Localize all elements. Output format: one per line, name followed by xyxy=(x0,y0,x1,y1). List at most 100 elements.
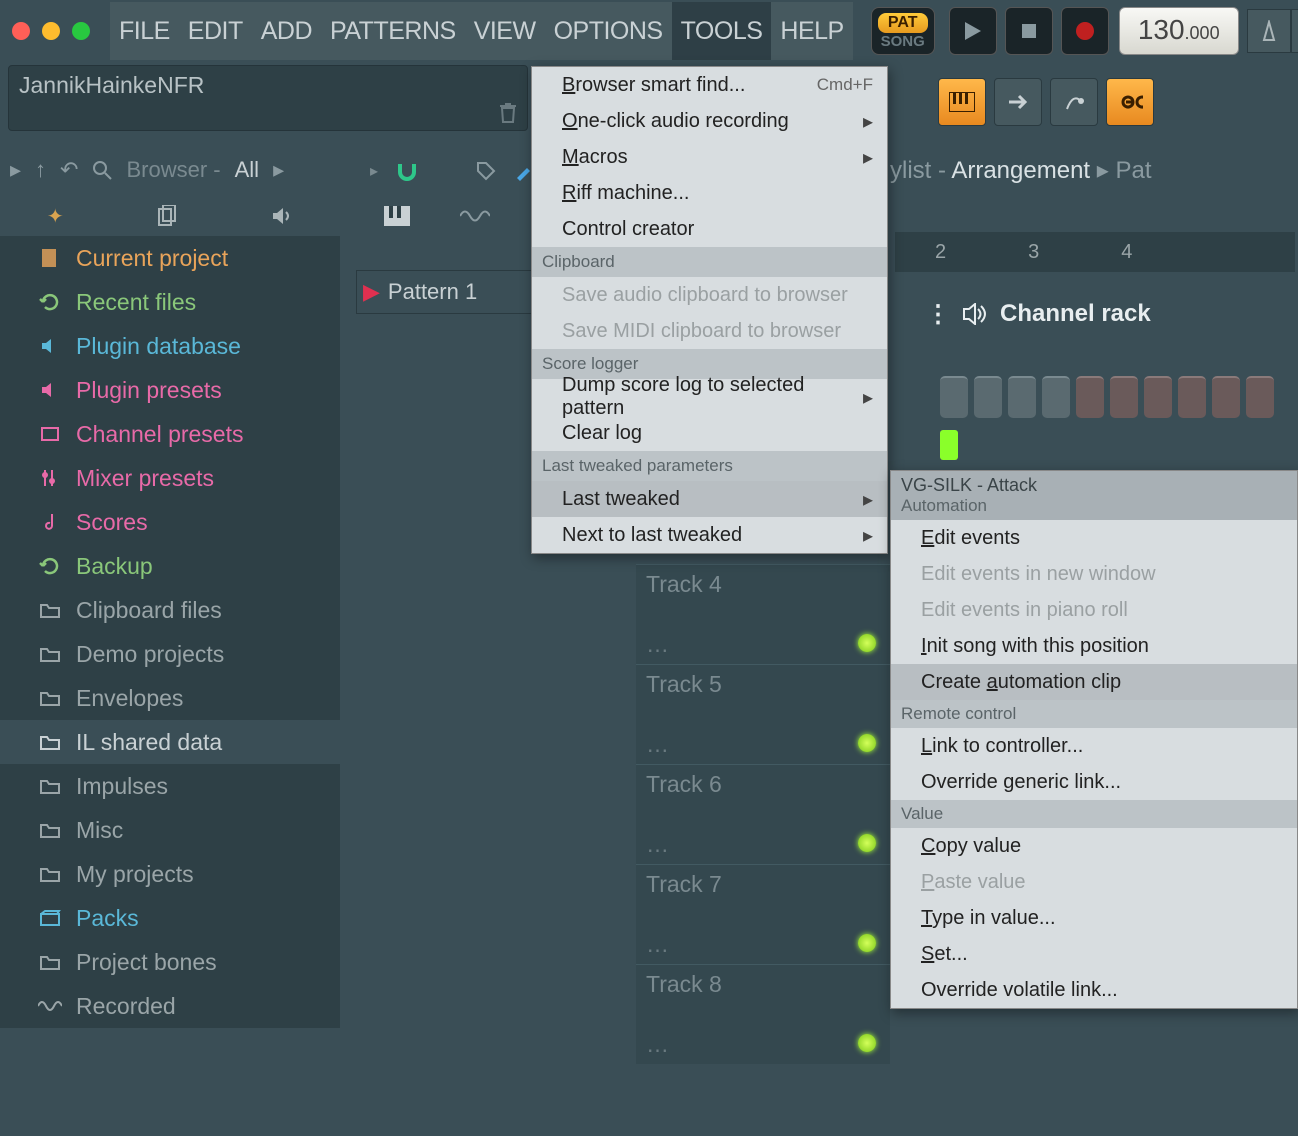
menu-dots-icon[interactable]: ⋮ xyxy=(926,300,950,329)
browser-item[interactable]: Clipboard files xyxy=(0,588,340,632)
menu-item[interactable]: Clear log xyxy=(532,415,887,451)
track-menu-icon[interactable]: … xyxy=(646,1031,669,1058)
browser-item[interactable]: Plugin presets xyxy=(0,368,340,412)
expand-icon[interactable]: ▸ xyxy=(370,161,378,181)
collapse-icon[interactable]: ▸ xyxy=(10,157,21,183)
wait-for-input-icon[interactable] xyxy=(1291,9,1298,53)
track-header[interactable]: Track 7… xyxy=(636,864,890,964)
step-button[interactable] xyxy=(1042,376,1070,418)
chevron-right-icon[interactable]: ▸ xyxy=(273,157,284,183)
arrow-right-icon[interactable] xyxy=(994,78,1042,126)
metronome-icon[interactable] xyxy=(1247,9,1291,53)
pattern-item[interactable]: ▶ Pattern 1 xyxy=(356,270,536,314)
track-led[interactable] xyxy=(858,934,876,952)
step-button[interactable] xyxy=(1246,376,1274,418)
menu-add[interactable]: ADD xyxy=(252,2,321,60)
timeline-ruler[interactable]: 234 xyxy=(895,232,1295,272)
track-header[interactable]: Track 6… xyxy=(636,764,890,864)
menu-item[interactable]: Override volatile link... xyxy=(891,972,1297,1008)
menu-item[interactable]: Create automation clip xyxy=(891,664,1297,700)
menu-item[interactable]: Init song with this position xyxy=(891,628,1297,664)
play-button[interactable] xyxy=(949,7,997,55)
link-icon[interactable] xyxy=(1106,78,1154,126)
back-icon[interactable]: ↶ xyxy=(60,157,78,183)
track-led[interactable] xyxy=(858,734,876,752)
menu-item[interactable]: Last tweaked▸ xyxy=(532,481,887,517)
stop-button[interactable] xyxy=(1005,7,1053,55)
browser-item[interactable]: Channel presets xyxy=(0,412,340,456)
step-icon[interactable] xyxy=(1050,78,1098,126)
magnet-icon[interactable] xyxy=(396,160,418,182)
browser-item[interactable]: Packs xyxy=(0,896,340,940)
browser-item[interactable]: Project bones xyxy=(0,940,340,984)
wave-icon[interactable]: ✦ xyxy=(47,204,64,229)
zoom-window[interactable] xyxy=(72,22,90,40)
playlist-button[interactable] xyxy=(938,78,986,126)
tempo-display[interactable]: 130 .000 xyxy=(1119,7,1239,55)
step-sequencer[interactable] xyxy=(940,376,1274,418)
track-menu-icon[interactable]: … xyxy=(646,831,669,858)
menu-help[interactable]: HELP xyxy=(771,2,852,60)
track-led[interactable] xyxy=(858,834,876,852)
menu-item[interactable]: Override generic link... xyxy=(891,764,1297,800)
pat-song-switch[interactable]: PAT SONG xyxy=(871,7,935,55)
browser-item[interactable]: Mixer presets xyxy=(0,456,340,500)
track-led[interactable] xyxy=(858,634,876,652)
browser-item[interactable]: Misc xyxy=(0,808,340,852)
copy-icon[interactable] xyxy=(157,205,177,227)
speaker-icon[interactable] xyxy=(271,207,293,225)
menu-patterns[interactable]: PATTERNS xyxy=(321,2,465,60)
step-button[interactable] xyxy=(940,376,968,418)
browser-item[interactable]: Backup xyxy=(0,544,340,588)
step-button[interactable] xyxy=(1212,376,1240,418)
browser-item[interactable]: Demo projects xyxy=(0,632,340,676)
menu-item[interactable]: One-click audio recording▸ xyxy=(532,103,887,139)
minimize-window[interactable] xyxy=(42,22,60,40)
menu-item[interactable]: Riff machine... xyxy=(532,175,887,211)
menu-item[interactable]: Macros▸ xyxy=(532,139,887,175)
step-button[interactable] xyxy=(1178,376,1206,418)
menu-item[interactable]: Link to controller... xyxy=(891,728,1297,764)
search-icon[interactable] xyxy=(92,160,112,180)
menu-tools[interactable]: TOOLS xyxy=(672,2,772,60)
step-button[interactable] xyxy=(1110,376,1138,418)
step-button[interactable] xyxy=(974,376,1002,418)
record-button[interactable] xyxy=(1061,7,1109,55)
menu-view[interactable]: VIEW xyxy=(465,2,545,60)
track-led[interactable] xyxy=(858,1034,876,1052)
playlist-breadcrumb[interactable]: ylist - Arrangement ▸ Pat xyxy=(890,156,1152,185)
browser-item[interactable]: Recent files xyxy=(0,280,340,324)
browser-item[interactable]: Recorded xyxy=(0,984,340,1028)
menu-options[interactable]: OPTIONS xyxy=(545,2,672,60)
close-window[interactable] xyxy=(12,22,30,40)
browser-item[interactable]: Envelopes xyxy=(0,676,340,720)
menu-item[interactable]: Copy value xyxy=(891,828,1297,864)
browser-item[interactable]: Current project xyxy=(0,236,340,280)
track-menu-icon[interactable]: … xyxy=(646,631,669,658)
menu-item[interactable]: Edit events xyxy=(891,520,1297,556)
browser-item[interactable]: Plugin database xyxy=(0,324,340,368)
tag-icon[interactable] xyxy=(476,161,496,181)
step-button[interactable] xyxy=(1076,376,1104,418)
track-header[interactable]: Track 5… xyxy=(636,664,890,764)
track-menu-icon[interactable]: … xyxy=(646,931,669,958)
browser-item[interactable]: Impulses xyxy=(0,764,340,808)
step-button[interactable] xyxy=(1144,376,1172,418)
audio-tab-icon[interactable] xyxy=(460,207,490,225)
piano-tab-icon[interactable] xyxy=(384,206,410,226)
up-icon[interactable]: ↑ xyxy=(35,157,46,183)
channel-rack-header[interactable]: ⋮ Channel rack xyxy=(926,290,1151,338)
track-header[interactable]: Track 8… xyxy=(636,964,890,1064)
track-menu-icon[interactable]: … xyxy=(646,731,669,758)
browser-item[interactable]: IL shared data xyxy=(0,720,340,764)
menu-edit[interactable]: EDIT xyxy=(179,2,252,60)
menu-item[interactable]: Browser smart find...Cmd+F xyxy=(532,67,887,103)
step-button[interactable] xyxy=(1008,376,1036,418)
browser-item[interactable]: My projects xyxy=(0,852,340,896)
browser-item[interactable]: Scores xyxy=(0,500,340,544)
menu-item[interactable]: Next to last tweaked▸ xyxy=(532,517,887,553)
trash-icon[interactable] xyxy=(499,102,517,124)
menu-file[interactable]: FILE xyxy=(110,2,179,60)
track-header[interactable]: Track 4… xyxy=(636,564,890,664)
browser-filter[interactable]: All xyxy=(235,157,259,183)
